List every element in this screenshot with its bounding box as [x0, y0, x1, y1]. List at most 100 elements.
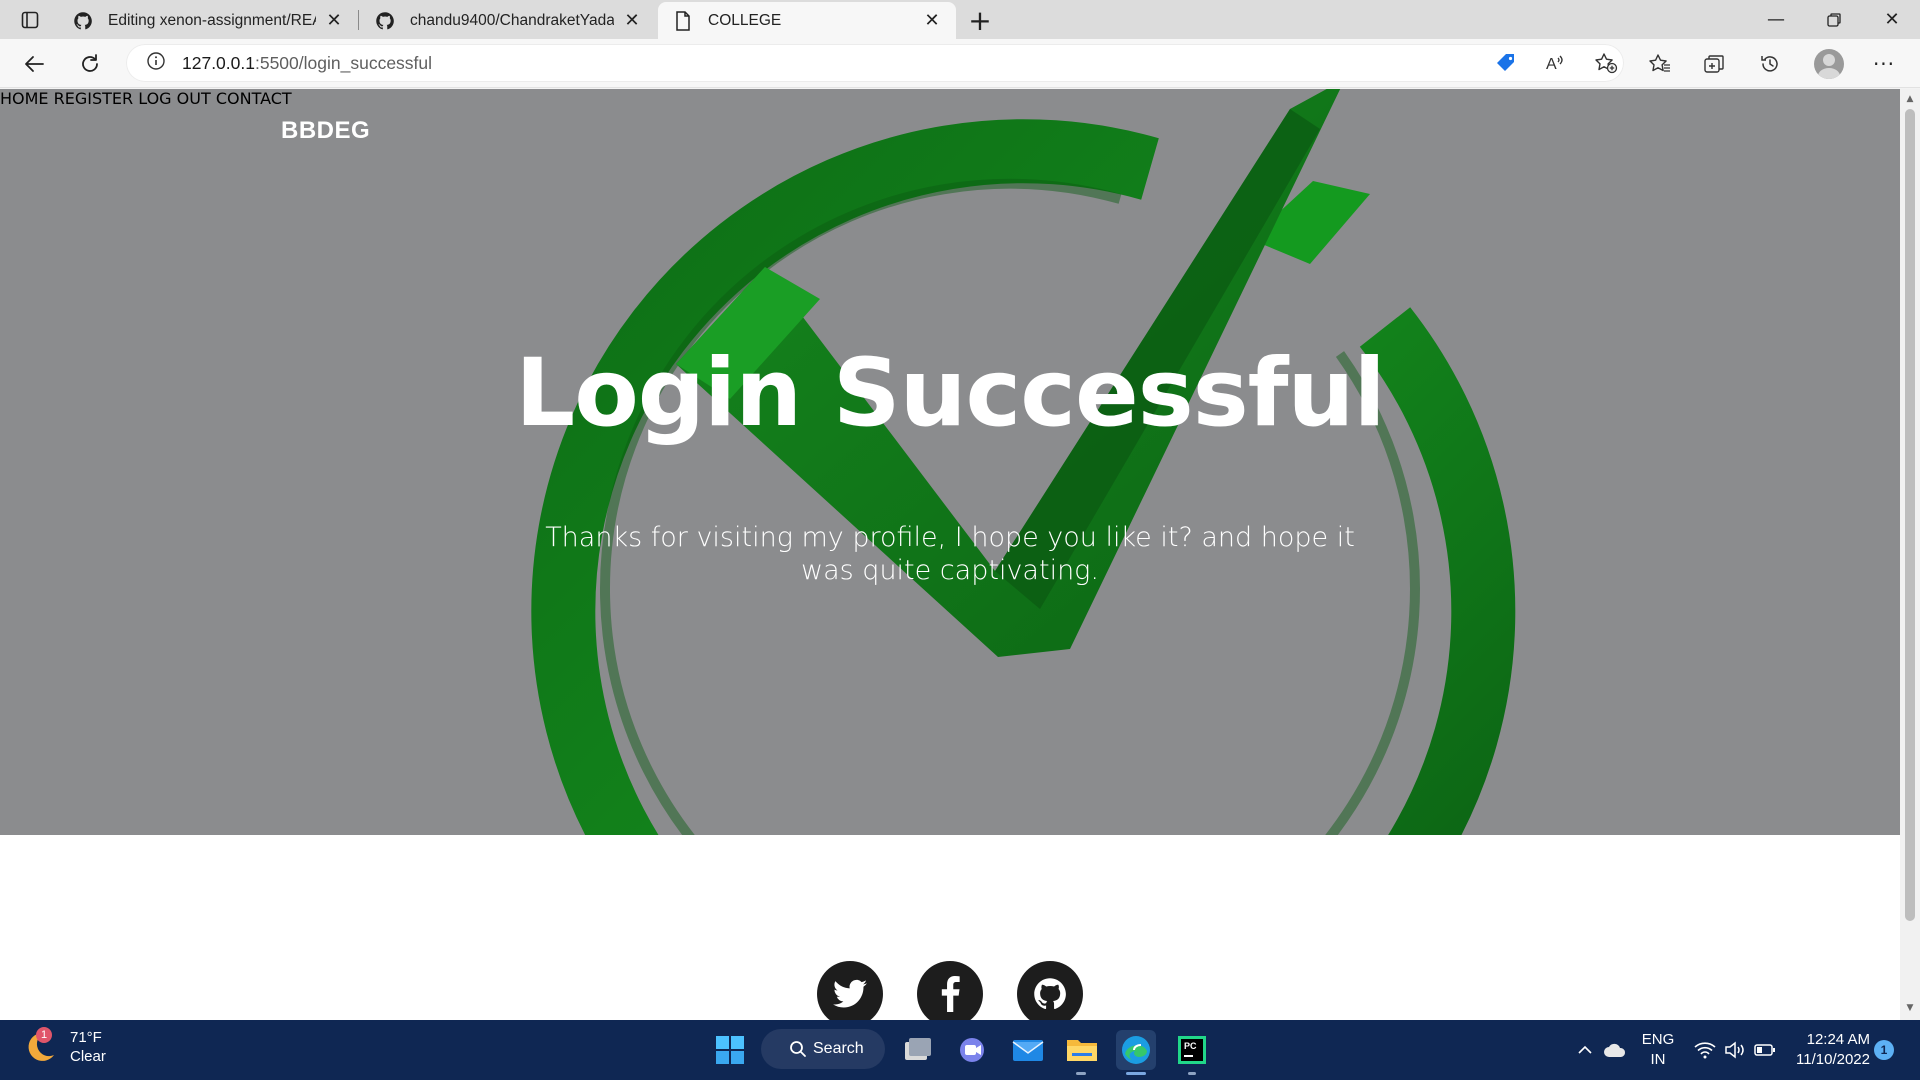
chevron-up-icon: [1578, 1045, 1592, 1054]
favorites-icon: [1649, 54, 1670, 72]
task-view-icon: [905, 1038, 931, 1060]
pycharm-button[interactable]: PC: [1172, 1030, 1212, 1070]
close-window-button[interactable]: ✕: [1864, 0, 1920, 39]
plus-icon: +: [968, 3, 992, 37]
close-icon[interactable]: ✕: [622, 10, 642, 31]
wifi-button[interactable]: [1690, 1020, 1720, 1080]
scroll-thumb[interactable]: [1905, 109, 1915, 921]
facebook-button[interactable]: [917, 961, 983, 1020]
pycharm-icon: PC: [1178, 1036, 1206, 1064]
battery-button[interactable]: [1750, 1020, 1780, 1080]
start-button[interactable]: [710, 1030, 750, 1070]
page-viewport: BBDEG HOME REGISTER LOG OUT CONTACT Logi…: [0, 89, 1900, 1020]
twitter-icon: [833, 979, 867, 1008]
coupon-tag-icon[interactable]: [1486, 44, 1526, 82]
minimize-button[interactable]: —: [1748, 0, 1804, 39]
more-dots-icon: ···: [1872, 52, 1896, 76]
task-view-button[interactable]: [898, 1030, 938, 1070]
weather-desc: Clear: [70, 1048, 106, 1065]
taskbar-search[interactable]: Search: [761, 1029, 885, 1069]
running-indicator: [1076, 1072, 1086, 1075]
favorites-button[interactable]: [1640, 44, 1680, 84]
checkmark-graphic: [531, 89, 1516, 835]
read-aloud-icon[interactable]: A: [1536, 44, 1576, 82]
refresh-button[interactable]: [70, 44, 110, 84]
collections-button[interactable]: [1694, 44, 1734, 84]
new-tab-button[interactable]: +: [964, 3, 996, 37]
tab-actions-icon: [21, 11, 39, 28]
history-icon: [1761, 56, 1778, 72]
hero-title: Login Successful: [515, 339, 1385, 448]
add-favorite-icon[interactable]: [1586, 44, 1626, 82]
site-brand[interactable]: BBDEG: [281, 117, 370, 145]
url-host: 127.0.0.1: [182, 52, 255, 73]
scroll-up-icon[interactable]: ▲: [1904, 93, 1916, 105]
facebook-icon: [941, 976, 960, 1012]
history-button[interactable]: [1750, 44, 1790, 84]
search-icon: [790, 1041, 806, 1057]
url-text[interactable]: 127.0.0.1:5500/login_successful: [182, 53, 432, 74]
address-bar[interactable]: 127.0.0.1:5500/login_successful A: [126, 44, 1624, 82]
github-icon: [1034, 978, 1066, 1010]
info-icon[interactable]: [146, 51, 166, 75]
active-indicator: [1126, 1072, 1146, 1075]
teams-chat-button[interactable]: [952, 1030, 992, 1070]
tab-readme[interactable]: Editing xenon-assignment/READ ✕: [58, 2, 358, 39]
close-icon[interactable]: ✕: [922, 10, 942, 31]
tab-label: Editing xenon-assignment/READ: [108, 11, 316, 29]
document-icon: [672, 10, 694, 32]
hero-subtitle: Thanks for visiting my profile, I hope y…: [545, 522, 1355, 586]
refresh-icon: [82, 54, 98, 72]
settings-more-button[interactable]: ···: [1864, 44, 1904, 84]
twitter-button[interactable]: [817, 961, 883, 1020]
page-scrollbar[interactable]: ▲ ▼: [1900, 89, 1920, 1020]
github-icon: [72, 10, 94, 32]
tab-label: COLLEGE: [708, 11, 782, 29]
chat-icon: [960, 1038, 984, 1062]
collections-icon: [1704, 55, 1724, 73]
show-hidden-icons-button[interactable]: [1570, 1020, 1600, 1080]
onedrive-button[interactable]: [1600, 1020, 1630, 1080]
clock-date: 11/10/2022: [1796, 1051, 1870, 1068]
tab-github-profile[interactable]: chandu9400/ChandraketYadav: A ✕: [360, 2, 656, 39]
weather-temp: 71°F: [70, 1029, 102, 1046]
weather-widget[interactable]: 1 71°F Clear: [22, 1027, 106, 1066]
cloud-icon: [1604, 1043, 1626, 1057]
clock-time: 12:24 AM: [1806, 1031, 1870, 1048]
arrow-left-icon: [25, 56, 44, 72]
wifi-icon: [1694, 1042, 1716, 1059]
edge-button[interactable]: [1116, 1030, 1156, 1070]
browser-toolbar: 127.0.0.1:5500/login_successful A ···: [0, 39, 1920, 88]
github-icon: [374, 10, 396, 32]
clock[interactable]: 12:24 AM 11/10/2022: [1790, 1030, 1870, 1070]
close-icon: ✕: [1884, 9, 1900, 30]
svg-text:A: A: [1546, 56, 1557, 73]
notification-badge[interactable]: 1: [1874, 1040, 1894, 1060]
running-indicator: [1188, 1072, 1196, 1075]
close-icon[interactable]: ✕: [324, 10, 344, 31]
tab-divider: [358, 10, 359, 30]
github-button[interactable]: [1017, 961, 1083, 1020]
back-button[interactable]: [14, 44, 54, 84]
windows-logo-icon: [716, 1036, 744, 1064]
profile-avatar[interactable]: [1814, 49, 1844, 79]
folder-icon: [1067, 1040, 1097, 1061]
file-explorer-button[interactable]: [1062, 1030, 1102, 1070]
mail-button[interactable]: [1008, 1030, 1048, 1070]
volume-icon: [1725, 1041, 1744, 1059]
tab-actions-button[interactable]: [8, 0, 52, 39]
language-indicator[interactable]: ENG IN: [1640, 1030, 1676, 1070]
tab-label: chandu9400/ChandraketYadav: A: [410, 11, 614, 29]
scroll-down-icon[interactable]: ▼: [1904, 1002, 1916, 1014]
restore-icon: [1827, 12, 1841, 27]
volume-button[interactable]: [1720, 1020, 1750, 1080]
mail-icon: [1012, 1040, 1044, 1061]
windows-taskbar: 1 71°F Clear Search PC ENG IN 12:24 AM 1…: [0, 1020, 1920, 1080]
edge-icon: [1122, 1036, 1150, 1064]
restore-button[interactable]: [1806, 0, 1862, 39]
minimize-icon: —: [1767, 9, 1785, 30]
search-label: Search: [813, 1040, 864, 1057]
battery-icon: [1754, 1044, 1775, 1056]
tab-college[interactable]: COLLEGE ✕: [658, 2, 956, 39]
url-path: :5500/login_successful: [254, 52, 433, 73]
